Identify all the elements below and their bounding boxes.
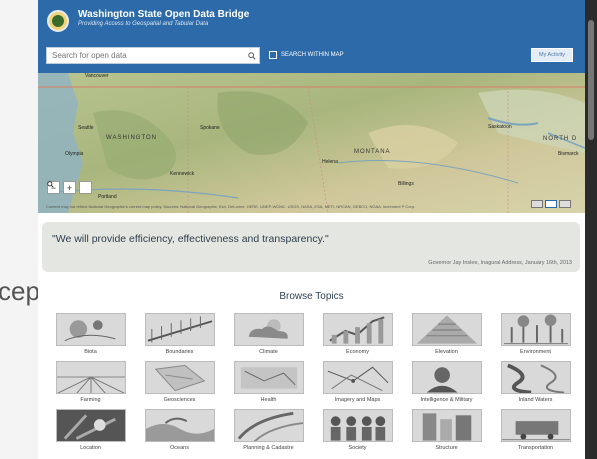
topic-tile[interactable]: Elevation	[402, 313, 491, 355]
military-icon[interactable]	[411, 361, 482, 394]
search-input[interactable]	[52, 51, 245, 60]
topic-label[interactable]: Geosciences	[164, 397, 196, 403]
health-icon[interactable]	[233, 361, 304, 394]
city-label: Helena	[322, 159, 338, 165]
quote-text: "We will provide efficiency, effectivene…	[52, 233, 329, 245]
topic-label[interactable]: Location	[80, 445, 101, 451]
city-label: Vancouver	[85, 73, 109, 79]
oceans-icon[interactable]	[144, 409, 215, 442]
biota-icon[interactable]	[55, 313, 126, 346]
quote-panel: "We will provide efficiency, effectivene…	[42, 222, 580, 272]
scrollbar-thumb[interactable]	[588, 20, 594, 140]
right-edge-scrollbar[interactable]	[585, 0, 597, 459]
within-map-checkbox[interactable]	[269, 51, 277, 59]
topic-tile[interactable]: Structure	[402, 409, 491, 451]
map-search-button[interactable]	[47, 181, 92, 194]
topic-label[interactable]: Transportation	[518, 445, 553, 451]
quote-attribution: Governor Jay Inslee, Inagural Address, J…	[428, 260, 572, 266]
left-background: cept	[0, 0, 47, 459]
location-icon[interactable]	[55, 409, 126, 442]
search-icon[interactable]	[245, 49, 259, 63]
map-label-washington: WASHINGTON	[106, 135, 158, 141]
topic-label[interactable]: Intelligence & Military	[421, 397, 473, 403]
structure-icon[interactable]	[411, 409, 482, 442]
map-view[interactable]: WASHINGTON MONTANA NORTH D Vancouver Sea…	[38, 73, 585, 213]
planning-icon[interactable]	[233, 409, 304, 442]
map-attribution: Content may not reflect National Geograp…	[46, 204, 416, 209]
map-terrain	[38, 73, 585, 213]
basemap-option[interactable]	[531, 200, 543, 208]
zoom-in-button[interactable]: +	[63, 181, 76, 194]
boundaries-icon[interactable]	[144, 313, 215, 346]
topic-tile[interactable]: Planning & Cadastre	[224, 409, 313, 451]
elevation-icon[interactable]	[411, 313, 482, 346]
topic-tile[interactable]: Intelligence & Military	[402, 361, 491, 403]
basemap-toggle	[531, 200, 571, 208]
basemap-option[interactable]	[559, 200, 571, 208]
city-label: Saskatoon	[488, 124, 512, 130]
topic-label[interactable]: Structure	[435, 445, 457, 451]
city-label: Spokane	[200, 125, 220, 131]
city-label: Bismarck	[558, 151, 579, 157]
topic-tile[interactable]: Health	[224, 361, 313, 403]
topic-tile[interactable]: Economy	[313, 313, 402, 355]
site-header: Washington State Open Data Bridge Provid…	[38, 0, 585, 73]
society-icon[interactable]	[322, 409, 393, 442]
map-label-north-dakota: NORTH D	[543, 136, 578, 142]
within-map-label: SEARCH WITHIN MAP	[281, 52, 344, 58]
city-label: Seattle	[78, 125, 94, 131]
state-seal-logo[interactable]	[47, 10, 69, 32]
topic-label[interactable]: Health	[261, 397, 277, 403]
topic-tile[interactable]: Boundaries	[135, 313, 224, 355]
climate-icon[interactable]	[233, 313, 304, 346]
site-subtitle: Providing Access to Geospatial and Tabul…	[78, 21, 209, 27]
search-box[interactable]	[46, 47, 260, 64]
topic-tile[interactable]: Location	[46, 409, 135, 451]
topic-tile[interactable]: Climate	[224, 313, 313, 355]
search-within-map-toggle[interactable]: SEARCH WITHIN MAP	[269, 51, 344, 59]
city-label: Olympia	[65, 151, 84, 157]
topic-label[interactable]: Society	[348, 445, 366, 451]
farming-icon[interactable]	[55, 361, 126, 394]
basemap-option-active[interactable]	[545, 200, 557, 208]
browse-topics-title: Browse Topics	[279, 291, 344, 302]
map-label-montana: MONTANA	[354, 149, 391, 155]
site-title[interactable]: Washington State Open Data Bridge	[78, 9, 249, 20]
topic-tile[interactable]: Biota	[46, 313, 135, 355]
topic-label[interactable]: Economy	[346, 349, 369, 355]
waters-icon[interactable]	[500, 361, 571, 394]
topic-label[interactable]: Farming	[80, 397, 100, 403]
topic-tile[interactable]: Imagery and Maps	[313, 361, 402, 403]
topic-tile[interactable]: Farming	[46, 361, 135, 403]
transportation-icon[interactable]	[500, 409, 571, 442]
topic-tile[interactable]: Environment	[491, 313, 580, 355]
topic-label[interactable]: Planning & Cadastre	[243, 445, 293, 451]
imagery-icon[interactable]	[322, 361, 393, 394]
browser-content: Washington State Open Data Bridge Provid…	[38, 0, 585, 459]
topic-label[interactable]: Oceans	[170, 445, 189, 451]
city-label: Portland	[98, 194, 117, 200]
topic-label[interactable]: Elevation	[435, 349, 458, 355]
topic-label[interactable]: Inland Waters	[519, 397, 553, 403]
city-label: Kennewick	[170, 171, 195, 177]
topic-label[interactable]: Environment	[520, 349, 551, 355]
topic-tile[interactable]: Society	[313, 409, 402, 451]
economy-icon[interactable]	[322, 313, 393, 346]
topic-tile[interactable]: Geosciences	[135, 361, 224, 403]
topic-label[interactable]: Climate	[259, 349, 278, 355]
zoom-controls: − +	[47, 181, 92, 194]
magnifier-icon	[47, 181, 54, 188]
topic-label[interactable]: Boundaries	[166, 349, 194, 355]
topic-label[interactable]: Imagery and Maps	[335, 397, 381, 403]
topic-label[interactable]: Biota	[84, 349, 97, 355]
geosciences-icon[interactable]	[144, 361, 215, 394]
environment-icon[interactable]	[500, 313, 571, 346]
topic-tile[interactable]: Oceans	[135, 409, 224, 451]
topic-tile[interactable]: Inland Waters	[491, 361, 580, 403]
city-label: Billings	[398, 181, 414, 187]
topics-grid: Biota Boundaries Climate Economy Elevation En…	[46, 313, 581, 451]
my-activity-button[interactable]: My Activity	[531, 48, 573, 62]
topic-tile[interactable]: Transportation	[491, 409, 580, 451]
